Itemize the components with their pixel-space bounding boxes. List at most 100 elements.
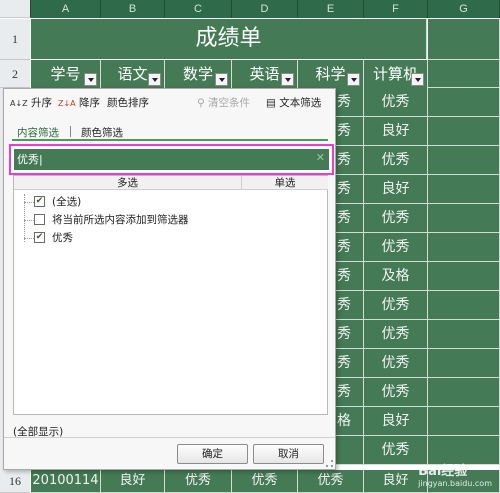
cell-e[interactable]: 秀 [336,88,364,117]
filter-item-excellent[interactable]: ✔ 优秀 [34,230,73,246]
cell-e[interactable]: 秀 [336,291,364,320]
cell-e[interactable]: 秀 [336,378,364,407]
col-multi-select[interactable]: 多选 [14,176,242,190]
cell-e[interactable] [336,436,364,465]
header-cell-english[interactable]: 英语 [232,60,298,88]
cell-g[interactable] [428,146,500,175]
cell-g[interactable] [428,175,500,204]
col-header-g[interactable]: G [428,0,500,18]
cell-f[interactable]: 优秀 [364,88,428,117]
resize-grip-icon[interactable] [326,460,333,467]
cell-e[interactable]: 秀 [336,117,364,146]
search-clear-icon[interactable]: ✕ [316,151,325,164]
tab-color-filter[interactable]: 颜色筛选 [81,125,123,140]
cell-b16[interactable]: 良好 [101,470,165,493]
col-header-a[interactable]: A [31,0,101,18]
cell-g[interactable] [428,407,500,436]
search-input[interactable]: 优秀| [14,149,329,170]
cell-f[interactable]: 优秀 [364,378,428,407]
cell-f[interactable]: 优秀 [364,204,428,233]
cell-g[interactable] [428,320,500,349]
cell-e16[interactable]: 优秀 [298,470,364,493]
row-header-2[interactable]: 2 [0,60,30,88]
header-cell-id[interactable]: 学号 [31,60,101,88]
filter-dropdown-button[interactable] [411,73,424,86]
tree-branch [24,220,34,221]
cell-e[interactable]: 秀 [336,175,364,204]
filter-dropdown-button[interactable] [347,73,360,86]
cell-f[interactable]: 优秀 [364,291,428,320]
cell-e[interactable]: 秀 [336,349,364,378]
cell-g[interactable] [428,291,500,320]
header-cell-chinese[interactable]: 语文 [101,60,165,88]
cell-g2[interactable] [428,60,500,88]
cell-e[interactable]: 秀 [336,146,364,175]
ok-button[interactable]: 确定 [177,444,248,464]
cell-g[interactable] [428,233,500,262]
cell-e[interactable]: 秀 [336,233,364,262]
header-label: 科学 [315,65,346,83]
tab-content-filter[interactable]: 内容筛选 [17,125,59,140]
filter-item-add-to-filter[interactable]: 将当前所选内容添加到筛选器 [34,212,189,228]
cell-g[interactable] [428,88,500,117]
filter-dropdown-button[interactable] [148,73,161,86]
tree-branch [24,202,34,203]
cell-d16[interactable]: 优秀 [232,470,298,493]
header-cell-math[interactable]: 数学 [165,60,232,88]
cell-f[interactable]: 优秀 [364,233,428,262]
sort-desc-icon: Z↓A [58,99,76,108]
filter-item-select-all[interactable]: ✔ (全选) [34,194,81,210]
clear-filter-icon: ⚲ [197,97,205,109]
cell-f[interactable]: 及格 [364,262,428,291]
header-label: 学号 [50,65,81,83]
cell-g[interactable] [428,378,500,407]
tab-underline [12,139,328,141]
col-header-e[interactable]: E [298,0,364,18]
cell-f[interactable]: 良好 [364,407,428,436]
cell-f[interactable]: 良好 [364,175,428,204]
col-header-f[interactable]: F [364,0,428,18]
tab-separator [70,126,71,137]
cell-g[interactable] [428,349,500,378]
cell-e[interactable]: 秀 [336,262,364,291]
cell-a16[interactable]: 20100114 [31,470,101,493]
cell-g1[interactable] [428,19,500,60]
title-cell[interactable]: 成绩单 [31,19,427,59]
cell-f[interactable]: 良好 [364,117,428,146]
checkbox-checked[interactable]: ✔ [34,196,45,207]
row-header-16[interactable]: 16 [0,470,30,493]
checkbox-unchecked[interactable] [34,214,45,225]
filter-dropdown-button[interactable] [215,73,228,86]
text-filter-icon: ▤ [266,97,276,109]
filter-dropdown-button[interactable] [281,73,294,86]
col-header-d[interactable]: D [232,0,298,18]
cell-f[interactable]: 优秀 [364,320,428,349]
cell-e[interactable]: 秀 [336,320,364,349]
cell-f[interactable]: 优秀 [364,146,428,175]
cell-e[interactable]: 格 [336,407,364,436]
row-header-1[interactable]: 1 [0,19,30,60]
sort-asc-icon: A↓Z [10,99,28,108]
sort-asc-button[interactable]: A↓Z 升序 [10,95,52,111]
cancel-button[interactable]: 取消 [253,444,324,464]
cell-g[interactable] [428,204,500,233]
text-filter-label: 文本筛选 [279,97,322,109]
checkbox-checked[interactable]: ✔ [34,232,45,243]
col-header-c[interactable]: C [165,0,232,18]
cell-g[interactable] [428,262,500,291]
cell-g[interactable] [428,117,500,146]
sort-desc-button[interactable]: Z↓A 降序 [58,95,100,111]
header-cell-computer[interactable]: 计算机 [364,60,428,88]
cell-c16[interactable]: 优秀 [165,470,232,493]
header-cell-science[interactable]: 科学 [298,60,364,88]
search-highlight-frame: 优秀| ✕ [9,144,334,175]
filter-dropdown-button[interactable] [84,73,97,86]
clear-conditions-button[interactable]: ⚲ 清空条件 [197,95,250,111]
text-filter-button[interactable]: ▤ 文本筛选 [266,95,321,111]
col-header-b[interactable]: B [101,0,165,18]
footer-divider [4,437,335,438]
cell-f[interactable]: 优秀 [364,349,428,378]
color-sort-button[interactable]: 颜色排序 [107,95,149,111]
col-single-select[interactable]: 单选 [242,176,328,190]
cell-e[interactable]: 秀 [336,204,364,233]
